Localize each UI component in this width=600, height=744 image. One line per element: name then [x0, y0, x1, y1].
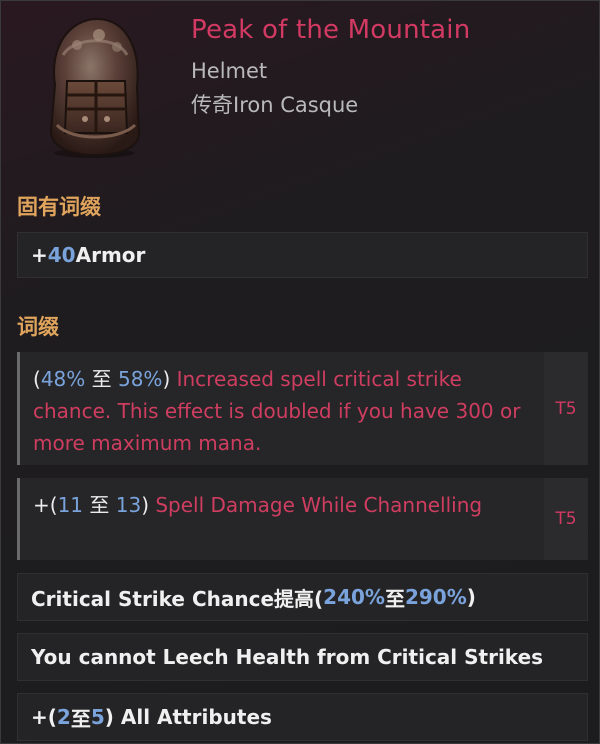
- affix-tier-badge: T5: [544, 352, 588, 465]
- armor-prefix: +: [31, 243, 48, 267]
- affix-leech-line: You cannot Leech Health from Critical St…: [17, 633, 588, 681]
- affix-crit-chance-line: Critical Strike Chance提高(240% 至 290%): [17, 573, 588, 621]
- item-type: Helmet: [191, 59, 268, 83]
- implicit-armor-line: +40 Armor: [17, 232, 588, 278]
- item-name: Peak of the Mountain: [191, 15, 471, 45]
- armor-label: Armor: [75, 243, 146, 267]
- item-base-type: 传奇Iron Casque: [191, 93, 359, 117]
- item-tooltip: Peak of the Mountain Helmet 传奇Iron Casqu…: [0, 0, 600, 744]
- affix-attributes-line: +(2 至 5) All Attributes: [17, 693, 588, 741]
- helmet-icon: [41, 15, 147, 161]
- affix-spell-damage-text: +(11 至 13) Spell Damage While Channellin…: [33, 493, 483, 517]
- affix-spell-crit: (48% 至 58%) Increased spell critical str…: [17, 352, 588, 465]
- item-header: Peak of the Mountain Helmet 传奇Iron Casqu…: [1, 1, 600, 181]
- affix-spell-crit-text: (48% 至 58%) Increased spell critical str…: [33, 367, 521, 455]
- implicit-section-title: 固有词缀: [17, 195, 101, 219]
- affix-section-title: 词缀: [17, 315, 59, 339]
- affix-tier-badge: T5: [544, 478, 588, 560]
- affix-spell-damage: +(11 至 13) Spell Damage While Channellin…: [17, 478, 588, 560]
- armor-value: 40: [47, 243, 76, 267]
